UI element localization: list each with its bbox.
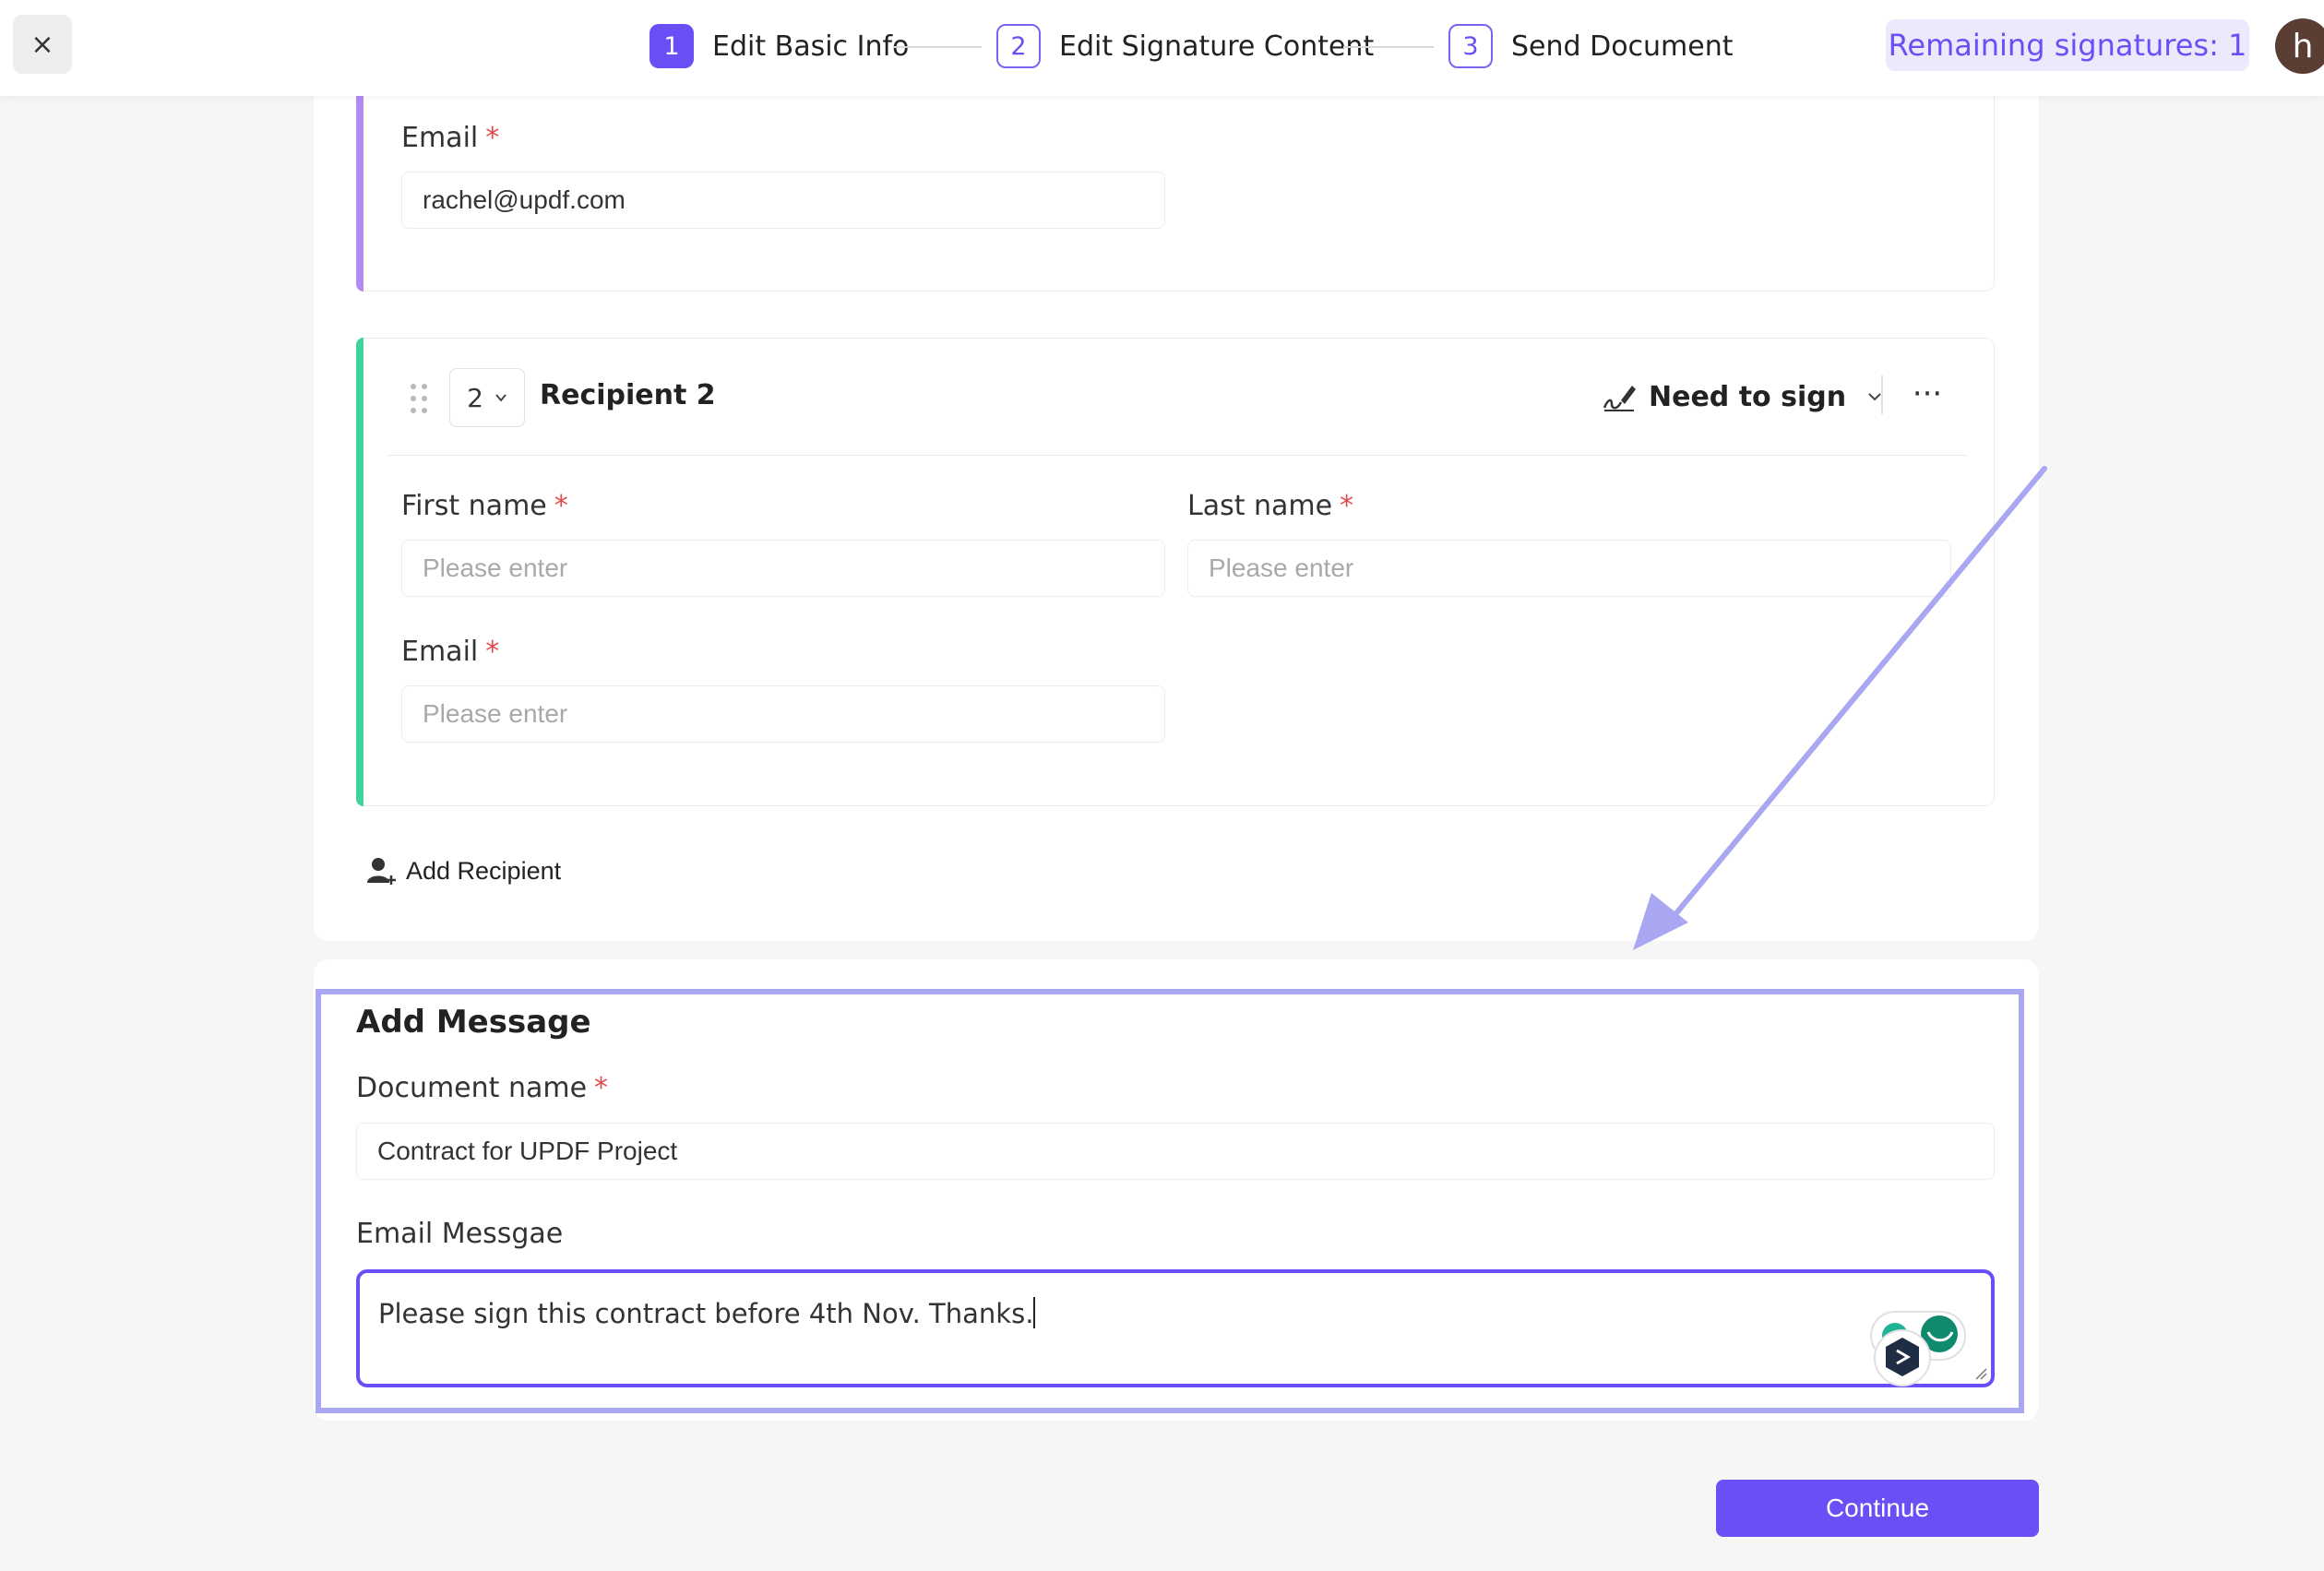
step-number: 2 xyxy=(996,24,1041,68)
email-message-label: Email Messgae xyxy=(356,1218,564,1250)
header-separator xyxy=(387,455,1968,456)
more-options-button[interactable]: ··· xyxy=(1907,375,1948,412)
step-number: 1 xyxy=(650,24,694,68)
add-user-icon xyxy=(367,858,396,885)
close-icon: × xyxy=(30,28,54,61)
recipient-header: 2 Recipient 2 Need to sign ··· xyxy=(357,339,1994,457)
resize-grip-icon[interactable] xyxy=(1972,1365,1987,1380)
step-send-document[interactable]: 3 Send Document xyxy=(1448,24,1734,68)
step-label: Edit Signature Content xyxy=(1059,30,1375,63)
drag-handle-icon[interactable] xyxy=(410,383,428,414)
signing-order-select[interactable]: 2 xyxy=(449,368,525,427)
close-button[interactable]: × xyxy=(13,15,72,74)
step-edit-signature-content[interactable]: 2 Edit Signature Content xyxy=(996,24,1374,68)
step-label: Edit Basic Info xyxy=(712,30,910,63)
writing-assistant-icon[interactable] xyxy=(1867,1304,1969,1393)
first-name-label: First name * xyxy=(401,490,568,522)
continue-button[interactable]: Continue xyxy=(1716,1480,2039,1537)
role-value: Need to sign xyxy=(1649,380,1847,413)
last-name-label: Last name * xyxy=(1187,490,1354,522)
first-name-field[interactable]: Please enter xyxy=(401,540,1165,597)
signing-order-value: 2 xyxy=(467,382,483,413)
recipient-title: Recipient 2 xyxy=(540,379,716,411)
email-label: Email * xyxy=(401,122,500,154)
email-message-field[interactable]: Please sign this contract before 4th Nov… xyxy=(356,1269,1995,1387)
text-caret xyxy=(1033,1297,1036,1328)
email-field[interactable]: Please enter xyxy=(401,685,1165,743)
document-name-field[interactable]: Contract for UPDF Project xyxy=(356,1123,1995,1180)
email-message-text: Please sign this contract before 4th Nov… xyxy=(378,1298,1034,1329)
top-bar: × 1 Edit Basic Info 2 Edit Signature Con… xyxy=(0,0,2324,96)
email-field[interactable]: rachel@updf.com xyxy=(401,172,1165,229)
step-connector xyxy=(893,46,982,48)
email-label: Email * xyxy=(401,636,500,668)
signature-pen-icon xyxy=(1603,386,1636,411)
role-select[interactable]: Need to sign xyxy=(1601,374,1883,420)
step-connector xyxy=(1343,46,1434,48)
chevron-down-icon xyxy=(495,394,507,402)
step-edit-basic-info[interactable]: 1 Edit Basic Info xyxy=(650,24,909,68)
last-name-field[interactable]: Please enter xyxy=(1187,540,1951,597)
recipient-card-2: 2 Recipient 2 Need to sign ··· First nam… xyxy=(356,338,1995,806)
remaining-signatures-badge[interactable]: Remaining signatures: 1 xyxy=(1886,19,2249,71)
step-number: 3 xyxy=(1448,24,1493,68)
more-icon: ··· xyxy=(1912,375,1943,412)
add-recipient-label: Add Recipient xyxy=(406,856,562,885)
avatar[interactable]: h xyxy=(2275,18,2324,74)
document-name-label: Document name * xyxy=(356,1072,609,1104)
add-message-title: Add Message xyxy=(356,1004,591,1041)
header-divider xyxy=(1881,375,1883,414)
add-recipient-button[interactable]: Add Recipient xyxy=(365,852,561,889)
step-label: Send Document xyxy=(1511,30,1734,63)
